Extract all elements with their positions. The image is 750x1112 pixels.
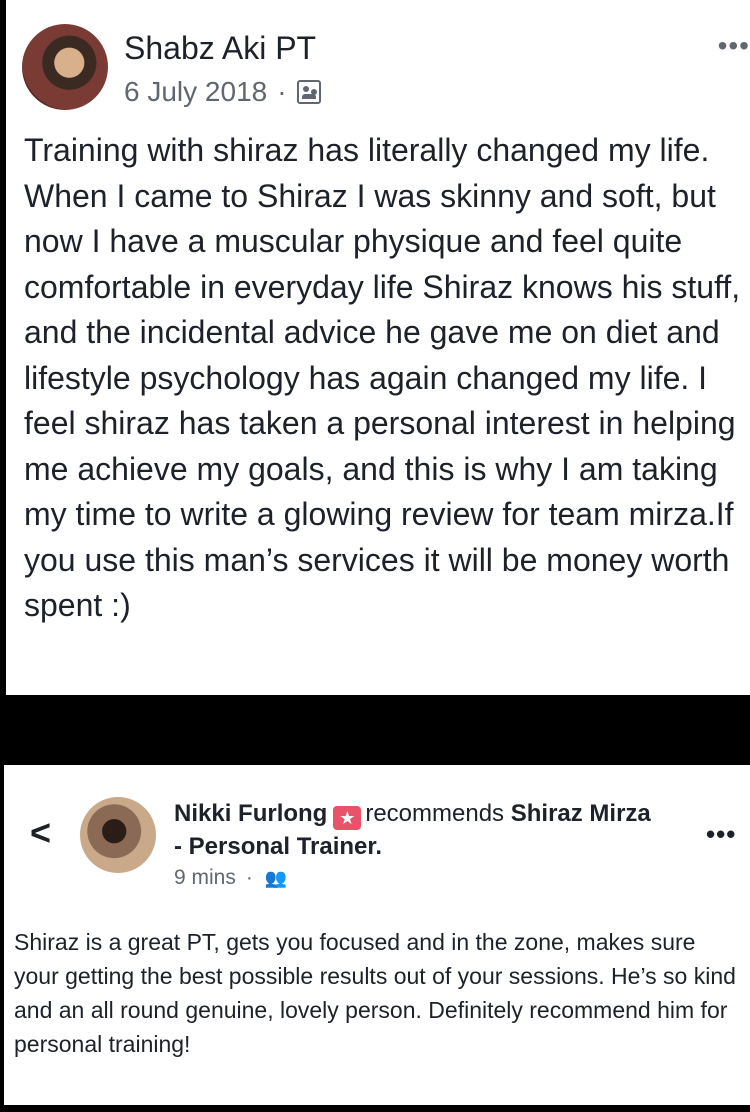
more-options-button[interactable]: ••• <box>706 819 736 850</box>
friends-icon: 👥 <box>264 867 288 888</box>
separator: · <box>245 866 253 889</box>
author-name[interactable]: Nikki Furlong <box>174 800 327 827</box>
post-date[interactable]: 6 July 2018 <box>124 76 267 108</box>
post-meta: 6 July 2018 · <box>124 76 321 108</box>
post-meta: 9 mins · 👥 <box>174 866 287 890</box>
more-options-button[interactable]: ••• <box>718 30 750 62</box>
author-name[interactable]: Shabz Aki PT <box>124 30 316 67</box>
post-time[interactable]: 9 mins <box>174 866 236 890</box>
recommendation-header: Nikki Furlong ★ recommends Shiraz Mirza - … <box>174 797 654 863</box>
avatar[interactable] <box>80 797 156 873</box>
review-text: Training with shiraz has literally chang… <box>24 132 741 623</box>
avatar[interactable] <box>22 24 108 110</box>
separator: · <box>277 76 287 107</box>
recommendation-star-icon: ★ <box>333 806 362 830</box>
recommends-label: recommends <box>365 800 505 827</box>
back-chevron-icon[interactable]: < <box>30 812 51 854</box>
group-icon <box>296 80 321 104</box>
review-text: Shiraz is a great PT, gets you focused a… <box>14 929 736 1057</box>
